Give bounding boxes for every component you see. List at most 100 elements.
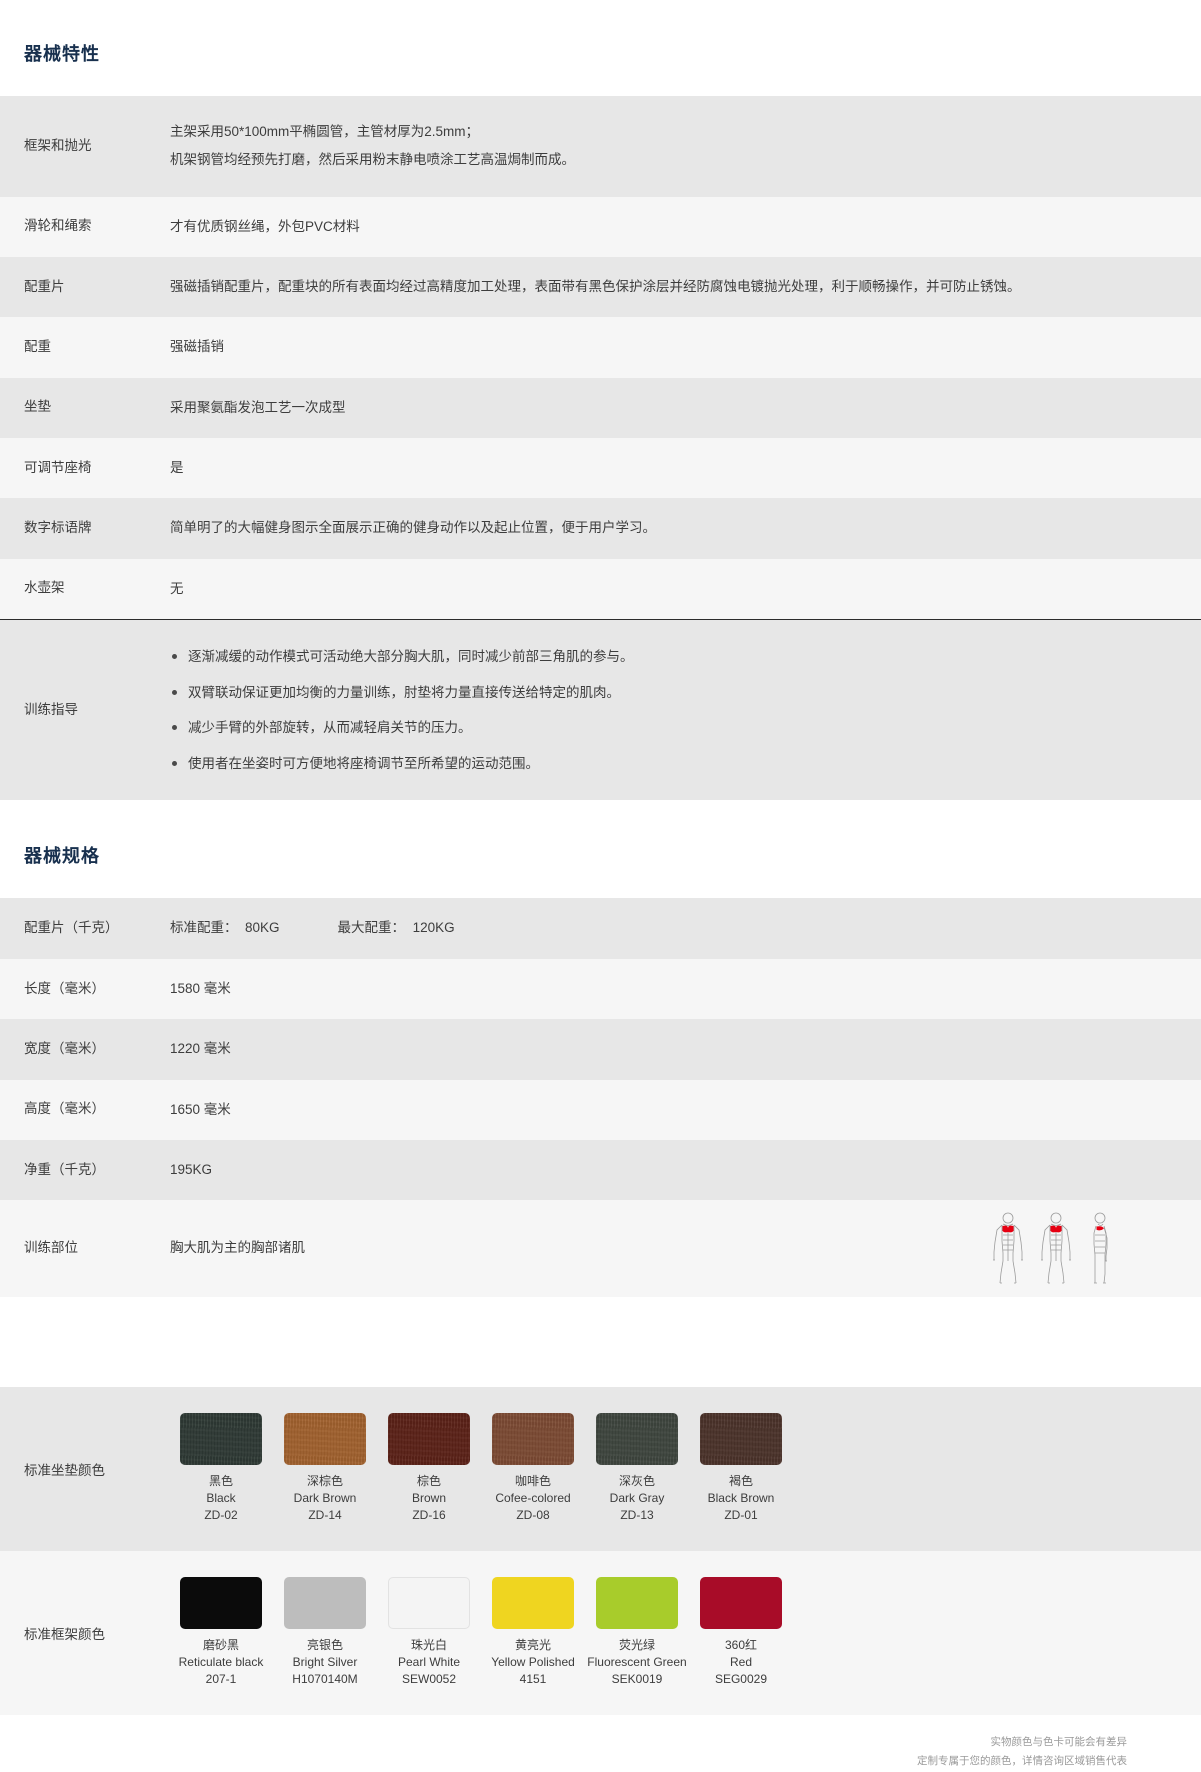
seat-colors-label: 标准坐垫颜色 bbox=[24, 1462, 105, 1478]
row-value: 195KG bbox=[170, 1161, 213, 1177]
list-item[interactable]: 亮银色 Bright Silver H1070140M bbox=[274, 1576, 376, 1689]
color-name-en: Bright Silver bbox=[292, 1655, 358, 1670]
features-table: 框架和抛光 主架采用50*100mm平椭圆管，主管材厚为2.5mm； 机架钢管均… bbox=[0, 96, 1201, 801]
color-code: ZD-14 bbox=[308, 1508, 342, 1523]
list-item[interactable]: 棕色 Brown ZD-16 bbox=[378, 1412, 480, 1525]
list-item[interactable]: 360红 Red SEG0029 bbox=[690, 1576, 792, 1689]
list-item[interactable]: 珠光白 Pearl White SEW0052 bbox=[378, 1576, 480, 1689]
color-name-cn: 咖啡色 bbox=[514, 1473, 551, 1488]
row-value: 是 bbox=[170, 438, 1201, 498]
body-figure-front-alt-icon bbox=[1041, 1212, 1071, 1284]
leather-grain-texture bbox=[492, 1412, 574, 1465]
color-name-en: Pearl White bbox=[397, 1655, 461, 1670]
body-figure-side-icon bbox=[1093, 1212, 1108, 1284]
section-gap bbox=[0, 1296, 1201, 1387]
disclaimer-line-1: 实物颜色与色卡可能会有差异 bbox=[990, 1735, 1128, 1748]
row-value: 1650 毫米 bbox=[170, 1101, 231, 1117]
color-code: 207-1 bbox=[205, 1672, 237, 1687]
table-row: 高度（毫米） 1650 毫米 bbox=[0, 1079, 1201, 1140]
table-row-training-guide: 训练指导 逐渐减缓的动作模式可活动绝大部分胸大肌，同时减少前部三角肌的参与。 双… bbox=[0, 619, 1201, 801]
specs-title-block: 器械规格 bbox=[0, 800, 1201, 898]
table-row: 净重（千克） 195KG bbox=[0, 1139, 1201, 1201]
row-value: 主架采用50*100mm平椭圆管，主管材厚为2.5mm； 机架钢管均经预先打磨，… bbox=[170, 96, 1201, 197]
color-code: ZD-08 bbox=[516, 1508, 550, 1523]
table-row: 可调节座椅 是 bbox=[0, 438, 1201, 499]
leather-grain-texture bbox=[596, 1412, 678, 1465]
row-label: 滑轮和绳索 bbox=[24, 218, 92, 234]
list-item[interactable]: 黑色 Black ZD-02 bbox=[170, 1412, 272, 1525]
color-name-cn: 磨砂黑 bbox=[202, 1637, 239, 1652]
row-value-line: 简单明了的大幅健身图示全面展示正确的健身动作以及起止位置，便于用户学习。 bbox=[170, 520, 656, 536]
color-name-cn: 褐色 bbox=[728, 1473, 753, 1488]
color-name-cn: 黄亮光 bbox=[514, 1637, 551, 1652]
color-code: SEK0019 bbox=[611, 1672, 663, 1687]
color-name-cn: 深棕色 bbox=[306, 1473, 343, 1488]
list-item[interactable]: 荧光绿 Fluorescent Green SEK0019 bbox=[586, 1576, 688, 1689]
color-name-en: Dark Gray bbox=[609, 1490, 665, 1505]
max-weight-label: 最大配重： bbox=[337, 920, 406, 936]
table-row: 框架和抛光 主架采用50*100mm平椭圆管，主管材厚为2.5mm； 机架钢管均… bbox=[0, 96, 1201, 197]
row-label: 训练部位 bbox=[24, 1239, 78, 1255]
color-code: ZD-13 bbox=[620, 1508, 654, 1523]
standard-weight-value: 80KG bbox=[245, 920, 280, 936]
color-chip[interactable] bbox=[284, 1576, 366, 1629]
row-label: 净重（千克） bbox=[24, 1161, 105, 1177]
color-name-en: Black bbox=[206, 1490, 236, 1505]
color-chip[interactable] bbox=[180, 1576, 262, 1629]
color-chip[interactable] bbox=[180, 1412, 262, 1465]
row-value: 强磁插销 bbox=[170, 317, 1201, 377]
color-code: 4151 bbox=[519, 1672, 547, 1687]
color-name-en: Fluorescent Green bbox=[587, 1655, 687, 1670]
row-label: 框架和抛光 bbox=[24, 137, 92, 153]
max-weight-value: 120KG bbox=[412, 920, 455, 936]
page-title-features: 器械特性 bbox=[24, 44, 100, 64]
row-value-line: 强磁插销配重片，配重块的所有表面均经过高精度加工处理，表面带有黑色保护涂层并经防… bbox=[170, 279, 1021, 295]
body-figure-front-icon bbox=[993, 1212, 1023, 1284]
table-row: 长度（毫米） 1580 毫米 bbox=[0, 958, 1201, 1020]
leather-grain-texture bbox=[388, 1412, 470, 1465]
frame-colors-list: 磨砂黑 Reticulate black 207-1 亮银色 Bright Si… bbox=[170, 1551, 1201, 1715]
list-item: 使用者在坐姿时可方便地将座椅调节至所希望的运动范围。 bbox=[170, 753, 1171, 775]
row-label: 坐垫 bbox=[24, 399, 51, 415]
table-row: 数字标语牌 简单明了的大幅健身图示全面展示正确的健身动作以及起止位置，便于用户学… bbox=[0, 498, 1201, 559]
color-chip[interactable] bbox=[492, 1576, 574, 1629]
muscle-diagram-group bbox=[991, 1211, 1201, 1285]
color-chip[interactable] bbox=[492, 1412, 574, 1465]
color-name-cn: 360红 bbox=[724, 1637, 758, 1652]
color-name-en: Cofee-colored bbox=[495, 1490, 571, 1505]
row-value: 逐渐减缓的动作模式可活动绝大部分胸大肌，同时减少前部三角肌的参与。 双臂联动保证… bbox=[170, 620, 1201, 800]
table-row: 宽度（毫米） 1220 毫米 bbox=[0, 1019, 1201, 1080]
color-name-cn: 深灰色 bbox=[618, 1473, 655, 1488]
list-item[interactable]: 深棕色 Dark Brown ZD-14 bbox=[274, 1412, 376, 1525]
list-item[interactable]: 黄亮光 Yellow Polished 4151 bbox=[482, 1576, 584, 1689]
list-item[interactable]: 褐色 Black Brown ZD-01 bbox=[690, 1412, 792, 1525]
list-item: 逐渐减缓的动作模式可活动绝大部分胸大肌，同时减少前部三角肌的参与。 bbox=[170, 646, 1171, 668]
table-row: 配重片 强磁插销配重片，配重块的所有表面均经过高精度加工处理，表面带有黑色保护涂… bbox=[0, 257, 1201, 318]
color-chip[interactable] bbox=[388, 1576, 470, 1629]
color-code: H1070140M bbox=[292, 1672, 358, 1687]
color-name-en: Red bbox=[729, 1655, 752, 1670]
color-code: ZD-02 bbox=[204, 1508, 238, 1523]
list-item[interactable]: 磨砂黑 Reticulate black 207-1 bbox=[170, 1576, 272, 1689]
specs-table: 配重片（千克） 标准配重： 80KG 最大配重： 120KG 长度（毫米） 15… bbox=[0, 898, 1201, 1297]
color-chip[interactable] bbox=[700, 1412, 782, 1465]
product-spec-page: 器械特性 框架和抛光 主架采用50*100mm平椭圆管，主管材厚为2.5mm； … bbox=[0, 0, 1201, 1772]
table-row: 配重 强磁插销 bbox=[0, 317, 1201, 378]
color-name-en: Black Brown bbox=[707, 1490, 775, 1505]
row-label: 可调节座椅 bbox=[24, 459, 92, 475]
row-value: 才有优质钢丝绳，外包PVC材料 bbox=[170, 197, 1201, 257]
color-code: SEW0052 bbox=[401, 1672, 457, 1687]
row-value-line: 才有优质钢丝绳，外包PVC材料 bbox=[170, 218, 360, 234]
leather-grain-texture bbox=[284, 1412, 366, 1465]
seat-colors-band: 标准坐垫颜色 黑色 Black ZD-02 深棕色 Dark Brown ZD-… bbox=[0, 1386, 1201, 1551]
color-chip[interactable] bbox=[596, 1576, 678, 1629]
row-label: 配重片（千克） bbox=[24, 920, 119, 936]
list-item[interactable]: 深灰色 Dark Gray ZD-13 bbox=[586, 1412, 688, 1525]
list-item[interactable]: 咖啡色 Cofee-colored ZD-08 bbox=[482, 1412, 584, 1525]
color-chip[interactable] bbox=[700, 1576, 782, 1629]
color-chip[interactable] bbox=[284, 1412, 366, 1465]
row-value: 采用聚氨酯发泡工艺一次成型 bbox=[170, 378, 1201, 438]
color-chip[interactable] bbox=[596, 1412, 678, 1465]
standard-weight-label: 标准配重： bbox=[170, 920, 238, 936]
color-chip[interactable] bbox=[388, 1412, 470, 1465]
